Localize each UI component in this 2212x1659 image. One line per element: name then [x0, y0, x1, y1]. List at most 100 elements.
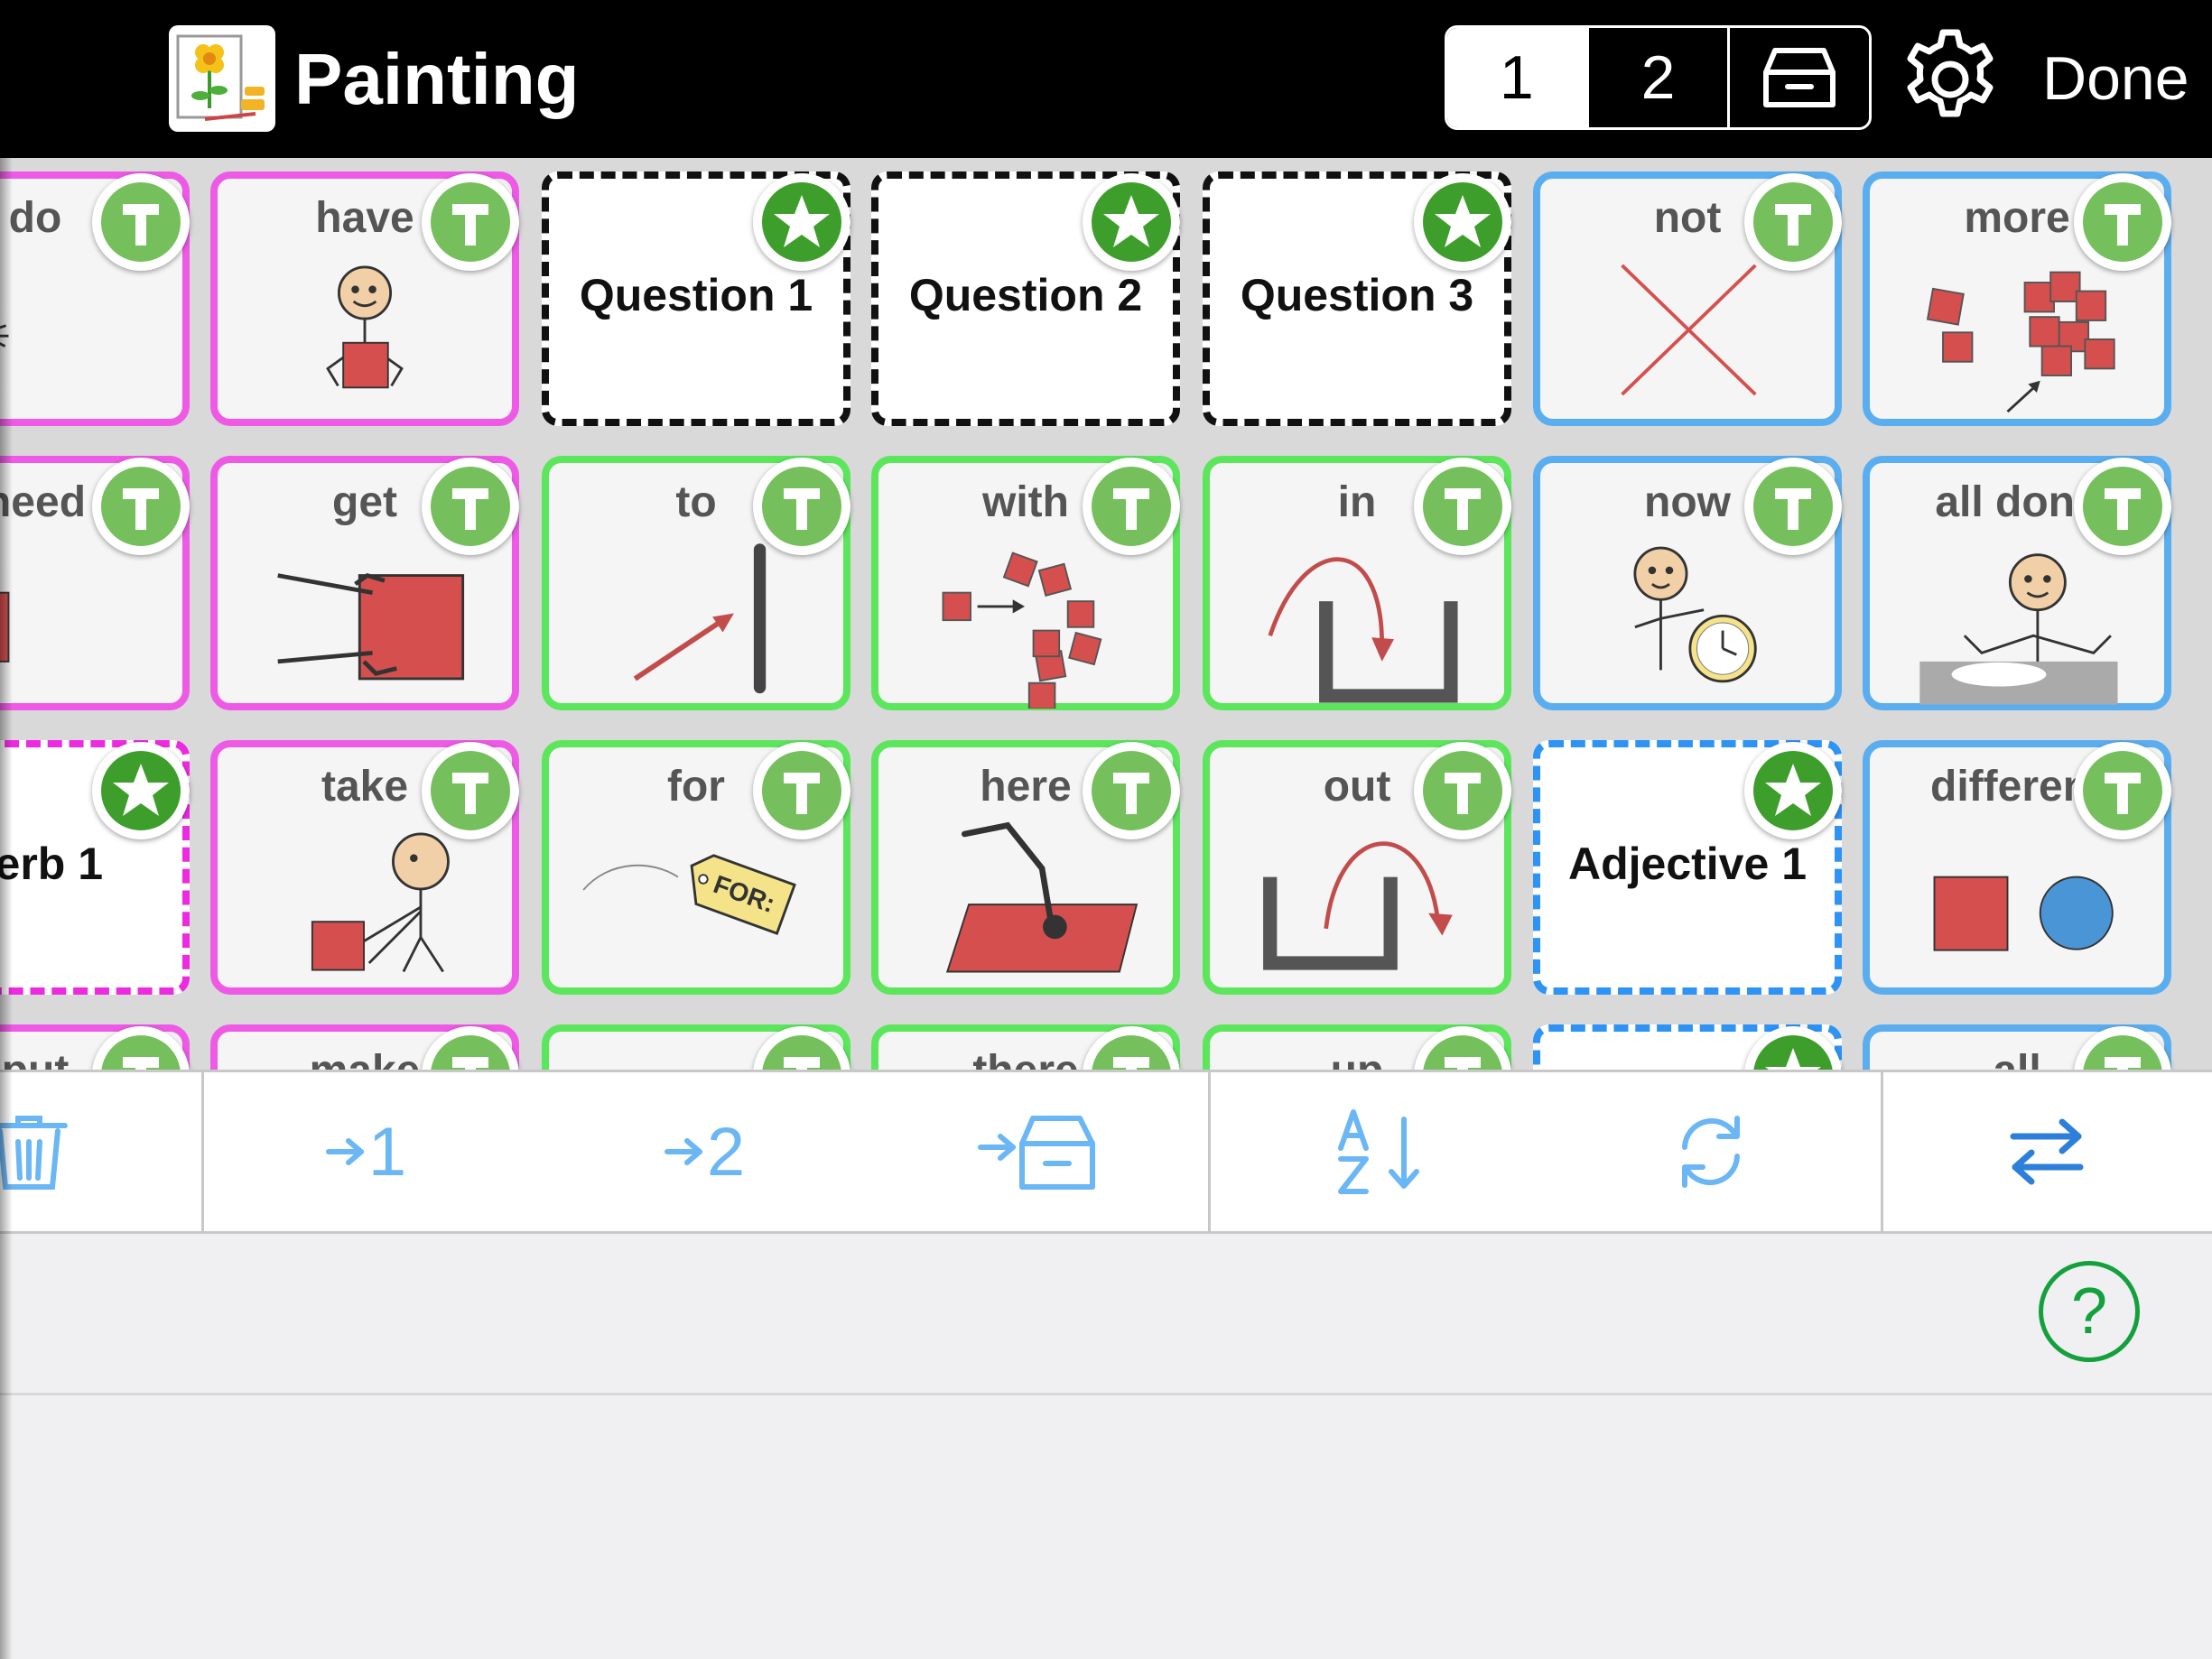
- text-badge[interactable]: [92, 1026, 190, 1070]
- flower-painting-icon: [169, 25, 275, 132]
- swap-arrows-icon: [2010, 1118, 2084, 1185]
- archive-tab[interactable]: [1727, 28, 1869, 127]
- done-button[interactable]: Done: [2042, 41, 2189, 117]
- grid-button-with[interactable]: with: [871, 456, 1180, 710]
- divider: [0, 1393, 2212, 1395]
- page-1-tab[interactable]: 1: [1447, 28, 1586, 127]
- help-button[interactable]: ?: [2039, 1261, 2140, 1362]
- text-badge[interactable]: [2074, 742, 2171, 839]
- text-badge-icon: [452, 488, 488, 530]
- grid-button-blank[interactable]: [542, 1024, 850, 1070]
- grid-button-question-1[interactable]: Question 1: [542, 171, 850, 426]
- top-bar: Painting 1 2 Done: [0, 0, 2212, 158]
- page-number-label: 1: [367, 1113, 407, 1191]
- text-badge[interactable]: [1744, 173, 1842, 271]
- grid-button-question-3[interactable]: Question 3: [1203, 171, 1511, 426]
- text-badge-icon: [1113, 488, 1149, 530]
- grid-button-out[interactable]: out: [1203, 740, 1511, 995]
- arrow-out-of-container-icon: [1263, 841, 1453, 970]
- archive-box-icon: [978, 1116, 1095, 1190]
- grid-button-more[interactable]: more: [1863, 171, 2171, 426]
- grid-button-different[interactable]: different: [1863, 740, 2171, 995]
- text-badge-icon: [452, 1057, 488, 1070]
- grid-button-in[interactable]: in: [1203, 456, 1511, 710]
- text-badge-icon: [784, 488, 820, 530]
- grid-button-up[interactable]: up: [1203, 1024, 1511, 1070]
- text-badge[interactable]: [2074, 173, 2171, 271]
- grid-button-all[interactable]: all: [1863, 1024, 2171, 1070]
- red-cross-icon: [1621, 264, 1757, 396]
- text-badge[interactable]: [1744, 458, 1842, 555]
- grid-button-take[interactable]: take: [210, 740, 519, 995]
- star-badge[interactable]: [1414, 173, 1511, 271]
- grid-button-question-2[interactable]: Question 2: [871, 171, 1180, 426]
- arrow-right-icon: [664, 1138, 702, 1165]
- grid-button-get[interactable]: get: [210, 456, 519, 710]
- grid-button-now[interactable]: now: [1533, 456, 1842, 710]
- grid-button-for[interactable]: FOR: for: [542, 740, 850, 995]
- text-badge-icon: [1445, 1057, 1481, 1070]
- move-to-page-1-button[interactable]: 1: [321, 1099, 411, 1204]
- grid-button-not[interactable]: not: [1533, 171, 1842, 426]
- refresh-button[interactable]: [1670, 1099, 1752, 1204]
- grid-button-all-done[interactable]: all done: [1863, 456, 2171, 710]
- text-badge[interactable]: [422, 458, 519, 555]
- grid-button-here[interactable]: here: [871, 740, 1180, 995]
- grid-button-put[interactable]: put: [0, 1024, 190, 1070]
- text-badge-icon: [123, 488, 159, 530]
- star-badge-icon: [1435, 195, 1491, 247]
- text-badge-icon: [123, 204, 159, 246]
- page-2-tab[interactable]: 2: [1585, 28, 1728, 127]
- text-badge[interactable]: [753, 742, 850, 839]
- hand-pointing-mat-icon: [945, 821, 1139, 973]
- grid-button-make[interactable]: make: [210, 1024, 519, 1070]
- star-badge-icon: [1103, 195, 1159, 247]
- move-to-archive-button[interactable]: [975, 1099, 1101, 1204]
- person-holding-box-icon: [326, 265, 404, 389]
- text-badge[interactable]: [422, 1026, 519, 1070]
- text-badge[interactable]: [1083, 458, 1180, 555]
- grid-button-need[interactable]: need: [0, 456, 190, 710]
- swap-button[interactable]: [2006, 1099, 2087, 1204]
- text-badge[interactable]: [753, 458, 850, 555]
- text-badge[interactable]: [2074, 1026, 2171, 1070]
- delete-button[interactable]: [0, 1099, 72, 1204]
- text-badge[interactable]: [422, 173, 519, 271]
- star-badge[interactable]: [1744, 1026, 1842, 1070]
- grid-button-do[interactable]: do: [0, 171, 190, 426]
- grid-button-have[interactable]: have: [210, 171, 519, 426]
- text-badge[interactable]: [1083, 742, 1180, 839]
- page-number-label: 2: [706, 1113, 746, 1191]
- toolbar-divider: [1881, 1072, 1883, 1231]
- text-badge-icon: [1775, 204, 1811, 246]
- person-pointing-clock-icon: [1633, 546, 1757, 683]
- grid-button-adjective-1[interactable]: Adjective 1: [1533, 740, 1842, 995]
- text-badge[interactable]: [92, 173, 190, 271]
- sort-az-button[interactable]: [1332, 1099, 1431, 1204]
- text-badge[interactable]: [1414, 1026, 1511, 1070]
- text-badge-icon: [784, 773, 820, 814]
- settings-button[interactable]: [1896, 25, 2004, 134]
- star-badge[interactable]: [1083, 173, 1180, 271]
- grid-button-to[interactable]: to: [542, 456, 850, 710]
- text-badge[interactable]: [92, 458, 190, 555]
- star-badge[interactable]: [753, 173, 850, 271]
- star-badge[interactable]: [92, 742, 190, 839]
- text-badge[interactable]: [422, 742, 519, 839]
- grid-button-label: Adjective 1: [1567, 839, 1807, 889]
- text-badge[interactable]: [753, 1026, 850, 1070]
- trash-icon: [0, 1116, 68, 1190]
- text-badge-icon: [2105, 773, 2141, 814]
- grid-button-verb-1[interactable]: Verb 1: [0, 740, 190, 995]
- move-to-page-2-button[interactable]: 2: [655, 1099, 754, 1204]
- text-badge[interactable]: [1414, 742, 1511, 839]
- star-badge[interactable]: [1744, 742, 1842, 839]
- text-badge[interactable]: [1083, 1026, 1180, 1070]
- grid-button-there[interactable]: there: [871, 1024, 1180, 1070]
- text-badge[interactable]: [1414, 458, 1511, 555]
- grid-button-label: Verb 1: [0, 839, 104, 889]
- grid-button-blank[interactable]: [1533, 1024, 1842, 1070]
- text-badge[interactable]: [2074, 458, 2171, 555]
- text-badge-icon: [1775, 488, 1811, 530]
- page-selector: 1 2: [1445, 25, 1872, 130]
